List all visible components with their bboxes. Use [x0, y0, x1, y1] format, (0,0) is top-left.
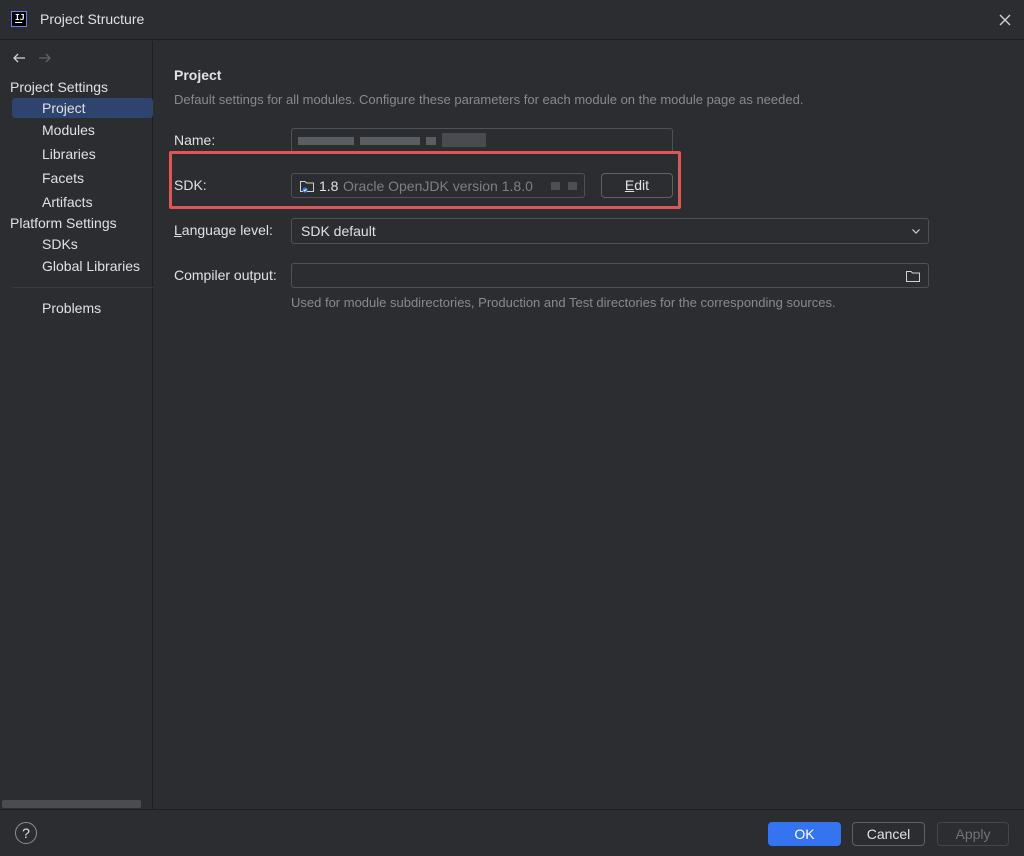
edit-mnemonic: E — [624, 177, 635, 193]
sidebar-divider — [12, 287, 153, 288]
redacted-text — [298, 137, 354, 145]
title-bar: IJ Project Structure — [0, 0, 1024, 40]
redacted-text — [426, 137, 436, 145]
window-title: Project Structure — [40, 11, 145, 27]
dialog-footer: ? OK Cancel Apply — [0, 809, 1024, 856]
compiler-output-field[interactable] — [291, 263, 929, 288]
help-button[interactable]: ? — [15, 822, 37, 844]
sidebar-item-artifacts[interactable]: Artifacts — [12, 192, 153, 212]
redacted-text — [551, 182, 560, 190]
browse-folder-icon[interactable] — [905, 268, 921, 284]
close-icon[interactable] — [994, 9, 1016, 31]
platform-settings-header: Platform Settings — [10, 215, 117, 231]
sdk-label: SDK: — [174, 177, 207, 193]
project-settings-header: Project Settings — [10, 79, 109, 95]
back-arrow-icon[interactable] — [10, 49, 28, 67]
apply-button[interactable]: Apply — [937, 822, 1009, 846]
sdk-folder-icon — [300, 181, 314, 193]
nav-arrows — [10, 49, 54, 67]
intellij-logo-icon: IJ — [11, 11, 27, 27]
sidebar-item-sdks[interactable]: SDKs — [12, 234, 153, 254]
sidebar-item-problems[interactable]: Problems — [12, 298, 153, 318]
sdk-description: Oracle OpenJDK version 1.8.0 — [343, 178, 533, 194]
language-level-dropdown[interactable]: SDK default — [291, 218, 929, 244]
sidebar-item-project[interactable]: Project — [12, 98, 153, 118]
language-level-label: Language level: — [174, 222, 273, 238]
sidebar-item-modules[interactable]: Modules — [12, 120, 153, 140]
sidebar-item-facets[interactable]: Facets — [12, 168, 153, 188]
project-structure-dialog: IJ Project Structure Project Settings Pr… — [0, 0, 1024, 856]
page-title: Project — [174, 67, 222, 83]
redacted-text — [360, 137, 420, 145]
redacted-text — [568, 182, 577, 190]
edit-sdk-button[interactable]: Edit — [601, 173, 673, 198]
sidebar-scrollbar[interactable] — [2, 800, 141, 808]
language-level-mnemonic: L — [174, 222, 182, 238]
chevron-down-icon — [912, 229, 920, 234]
language-level-label-text: anguage level: — [181, 222, 273, 238]
sidebar-item-global-libraries[interactable]: Global Libraries — [12, 256, 153, 276]
cancel-button[interactable]: Cancel — [852, 822, 925, 846]
main-panel: Project Default settings for all modules… — [154, 41, 1024, 809]
redacted-text — [442, 133, 486, 147]
sdk-version: 1.8 — [319, 178, 339, 194]
sidebar: Project Settings Project Modules Librari… — [0, 41, 153, 809]
name-label: Name: — [174, 132, 216, 148]
sidebar-item-libraries[interactable]: Libraries — [12, 144, 153, 164]
compiler-output-hint: Used for module subdirectories, Producti… — [291, 295, 836, 310]
page-description: Default settings for all modules. Config… — [174, 92, 804, 107]
forward-arrow-icon[interactable] — [36, 49, 54, 67]
language-level-value: SDK default — [301, 223, 376, 239]
ok-button[interactable]: OK — [768, 822, 841, 846]
sdk-selector[interactable]: 1.8 Oracle OpenJDK version 1.8.0 — [291, 173, 585, 198]
edit-label: dit — [634, 177, 650, 193]
compiler-output-label: Compiler output: — [174, 267, 277, 283]
